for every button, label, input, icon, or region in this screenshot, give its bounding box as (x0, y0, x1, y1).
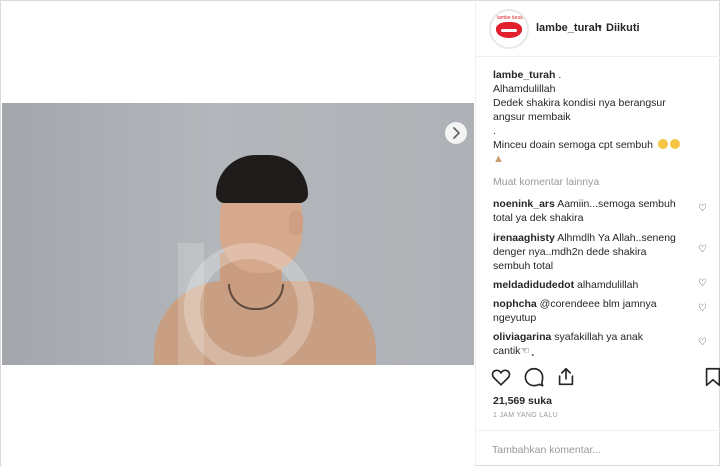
comment-item: noenink_ars Aamiin...semoga sembuh total… (493, 197, 699, 225)
post-frame: lambe turah lambe_turah • Diikuti lambe_… (0, 0, 720, 466)
caption-line: Alhamdulillah (493, 83, 556, 95)
post-header: lambe turah lambe_turah • Diikuti (476, 2, 720, 57)
caption-line: angsur membaik (493, 111, 571, 123)
comment-like-icon[interactable]: ♡ (698, 279, 708, 289)
caption-line: Dedek shakira kondisi nya berangsur (493, 97, 666, 109)
comment-text: syafakillah ya anak (551, 331, 643, 343)
comment-button[interactable] (523, 366, 545, 388)
comment-username-link[interactable]: meldadidudedot (493, 279, 574, 291)
caption-line: . (493, 125, 496, 137)
comment-username-link[interactable]: oliviagarina (493, 331, 551, 343)
timestamp-link[interactable]: 1 JAM YANG LALU (493, 412, 558, 419)
lips-logo-mouth (501, 29, 517, 32)
save-button[interactable] (702, 366, 720, 388)
caption-suffix: . (555, 69, 562, 81)
bookmark-icon (705, 367, 720, 387)
caption: lambe_turah . Alhamdulillah Dedek shakir… (493, 68, 715, 166)
comment-username-link[interactable]: nophcha (493, 298, 537, 310)
comment-text: ngeyutup (493, 312, 537, 324)
comment-item: oliviagarina syafakillah ya anak cantik☜… (493, 330, 699, 358)
like-button[interactable] (490, 366, 512, 388)
comment-item: nophcha @corendeee blm jamnya ngeyutup (493, 297, 699, 325)
video-player[interactable] (2, 103, 474, 365)
praying-hands-icon: ▲ (493, 153, 504, 165)
video-person-ear (289, 211, 303, 235)
comment-text: @corendeee blm jamnya (536, 298, 657, 310)
media-panel (2, 2, 474, 466)
follow-status-button[interactable]: Diikuti (606, 22, 640, 34)
add-comment-input[interactable] (492, 442, 702, 458)
comment-like-icon[interactable]: ♡ (698, 204, 708, 214)
heart-icon (491, 369, 511, 386)
emoji-icon (657, 139, 668, 149)
add-comment-bar (476, 430, 720, 466)
comment-like-icon[interactable]: ♡ (698, 338, 708, 348)
comment-text: cantik☜ ̥ (493, 345, 533, 357)
watermark-bar (178, 243, 204, 365)
comment-text: Alhmdlh Ya Allah..seneng (554, 232, 676, 244)
next-media-button[interactable] (445, 122, 467, 144)
post-sidebar: lambe turah lambe_turah • Diikuti lambe_… (475, 2, 720, 466)
chevron-right-icon (453, 127, 460, 139)
avatar-text: lambe turah (497, 15, 524, 21)
caption-line: Minceu doain semoga cpt sembuh (493, 139, 653, 151)
comment-text: alhamdulillah (574, 279, 639, 291)
comment-text: Aamiin...semoga sembuh (554, 198, 676, 210)
comment-text: total ya dek shakira (493, 212, 584, 224)
header-separator: • (598, 21, 602, 33)
comment-username-link[interactable]: noenink_ars (493, 198, 555, 210)
comment-icon (524, 367, 544, 387)
header-username-link[interactable]: lambe_turah (536, 22, 601, 34)
caption-username-link[interactable]: lambe_turah (493, 69, 555, 81)
avatar[interactable]: lambe turah (489, 9, 529, 49)
like-count-link[interactable]: 21,569 suka (493, 395, 552, 407)
share-icon (558, 367, 574, 386)
comment-text: denger nya..mdh2n dede shakira (493, 246, 647, 258)
comment-item: irenaaghisty Alhmdlh Ya Allah..seneng de… (493, 231, 699, 273)
action-bar (476, 360, 720, 392)
comment-item: meldadidudedot alhamdulillah (493, 278, 699, 292)
emoji-icon (669, 139, 680, 149)
comment-like-icon[interactable]: ♡ (698, 245, 708, 255)
comment-username-link[interactable]: irenaaghisty (493, 232, 555, 244)
comment-text: sembuh total (493, 260, 554, 272)
load-more-comments-link[interactable]: Muat komentar lainnya (493, 176, 599, 188)
share-button[interactable] (555, 366, 577, 388)
comment-like-icon[interactable]: ♡ (698, 304, 708, 314)
